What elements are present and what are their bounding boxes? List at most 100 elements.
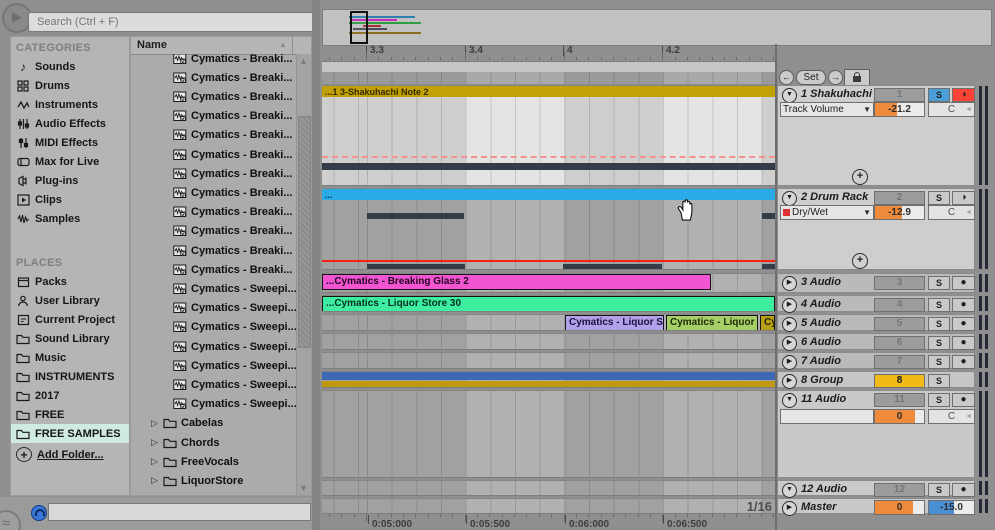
sidebar-item-instruments[interactable]: Instruments (11, 95, 129, 114)
expand-track-icon[interactable]: ▶ (782, 317, 797, 332)
list-item[interactable]: Cymatics - Breaki... (131, 164, 297, 183)
expander-icon[interactable]: ▷ (151, 475, 161, 486)
sidebar-item-current-project[interactable]: Current Project (11, 310, 129, 329)
panel-divider[interactable] (312, 0, 320, 530)
file-list-header[interactable]: Name ▲ (131, 37, 311, 55)
track-header-12-audio[interactable]: ▼ 12 Audio 12 S ● (777, 480, 975, 498)
arm-button[interactable]: ● (952, 336, 975, 350)
solo-button[interactable]: S (928, 393, 950, 407)
expand-track-icon[interactable]: ▶ (782, 374, 797, 389)
sidebar-item-audio-effects[interactable]: Audio Effects (11, 114, 129, 133)
track-lane-6-audio[interactable] (322, 333, 775, 350)
track-header-8-group[interactable]: ▶ 8 Group 8 S (777, 371, 975, 389)
audio-clip[interactable]: Cymatics - Liquor St (666, 315, 758, 330)
automation-line[interactable] (322, 260, 775, 262)
automation-dashed-line[interactable] (322, 156, 775, 158)
arm-button[interactable]: ● (952, 393, 975, 407)
list-item-folder[interactable]: ▷ LiquorStore (131, 471, 297, 490)
expand-track-icon[interactable]: ▶ (782, 276, 797, 291)
track-lane-3-audio[interactable]: ...Cymatics - Breaking Glass 2 (322, 273, 775, 293)
list-item[interactable]: Cymatics - Sweepi... (131, 375, 297, 394)
beat-ruler[interactable]: 3.3 3.4 4 4.2 (322, 44, 775, 60)
quantize-value[interactable]: 1/16 (747, 499, 772, 513)
track-header-master[interactable]: ▶ Master 0 -15.0 (777, 498, 975, 516)
expander-icon[interactable]: ▷ (151, 418, 161, 429)
preview-field[interactable] (48, 503, 311, 521)
arm-button[interactable]: ● (952, 298, 975, 312)
solo-button[interactable]: S (928, 298, 950, 312)
track-header-2-drum-rack[interactable]: ▼ 2 Drum Rack 2 S ◑ Dry/Wet ▼ -12.9 C ◄ + (777, 188, 975, 270)
track-header-1-shakuhachi[interactable]: ▼ 1 Shakuhachi 1 S ◑ Track Volume ▼ -21.2 C ◄ + (777, 85, 975, 186)
sidebar-item-free[interactable]: FREE (11, 405, 129, 424)
headphone-preview-icon[interactable] (31, 505, 47, 521)
solo-button[interactable]: S (928, 88, 950, 102)
pan-control[interactable]: C ◄ (928, 102, 975, 117)
list-item[interactable]: Cymatics - Breaki... (131, 241, 297, 260)
arm-button[interactable]: ● (952, 355, 975, 369)
sidebar-item-clips[interactable]: Clips (11, 190, 129, 209)
list-item-folder[interactable]: ▷ Cabelas (131, 414, 297, 433)
expander-icon[interactable]: ▷ (151, 437, 161, 448)
collapse-track-icon[interactable]: ▼ (782, 393, 797, 408)
sidebar-item-user-library[interactable]: User Library (11, 291, 129, 310)
time-ruler[interactable]: 0:05:000 0:05:500 0:06:000 0:06:500 (322, 514, 775, 530)
solo-button[interactable]: S (928, 276, 950, 290)
collapse-track-icon[interactable]: ▼ (782, 191, 797, 206)
list-item[interactable]: Cymatics - Breaki... (131, 183, 297, 202)
add-folder-button[interactable]: + Add Folder... (11, 445, 129, 464)
sidebar-item-drums[interactable]: Drums (11, 76, 129, 95)
track-header-3-audio[interactable]: ▶ 3 Audio 3 S ● (777, 273, 975, 293)
next-marker-button[interactable]: → (828, 70, 843, 85)
sidebar-item-plug-ins[interactable]: Plug-ins (11, 171, 129, 190)
track-lane-8-group[interactable] (322, 371, 775, 388)
solo-button[interactable]: S (928, 483, 950, 497)
sidebar-item-instruments[interactable]: INSTRUMENTS (11, 367, 129, 386)
arm-button[interactable]: ● (952, 317, 975, 331)
add-automation-lane-button[interactable]: + (852, 253, 868, 269)
list-item[interactable]: Cymatics - Sweepi... (131, 318, 297, 337)
add-automation-lane-button[interactable]: + (852, 169, 868, 185)
audio-clip[interactable]: Cymatics - Liquor St (565, 315, 664, 330)
list-item[interactable]: Cymatics - Sweepi... (131, 356, 297, 375)
list-item[interactable]: Cymatics - Breaki... (131, 107, 297, 126)
list-item[interactable]: Cymatics - Sweepi... (131, 395, 297, 414)
set-marker-button[interactable]: Set (796, 70, 826, 85)
expander-icon[interactable]: ▷ (151, 456, 161, 467)
sidebar-item-max-for-live[interactable]: Max for Live (11, 152, 129, 171)
collapse-track-icon[interactable]: ▼ (782, 88, 797, 103)
track-lane-5-audio[interactable]: Cymatics - Liquor St Cymatics - Liquor St… (322, 314, 775, 331)
expand-track-icon[interactable]: ▶ (782, 298, 797, 313)
scroll-up-icon[interactable]: ▲ (299, 56, 308, 66)
track-header-5-audio[interactable]: ▶ 5 Audio 5 S ● (777, 314, 975, 332)
volume-value[interactable]: -21.2 (874, 102, 925, 117)
list-item[interactable]: Cymatics - Sweepi... (131, 299, 297, 318)
scroll-down-icon[interactable]: ▼ (299, 483, 308, 493)
file-list-scrollbar[interactable]: ▲ ▼ (296, 54, 311, 495)
list-item[interactable]: Cymatics - Breaki... (131, 222, 297, 241)
arm-button[interactable]: ◑ (952, 88, 975, 102)
sidebar-item-sound-library[interactable]: Sound Library (11, 329, 129, 348)
track-lane-11-audio[interactable] (322, 390, 775, 478)
audio-clip[interactable]: ...Cymatics - Liquor Store 30 (322, 296, 775, 311)
device-selector[interactable] (780, 409, 874, 424)
wave-icon[interactable]: ≈ (0, 510, 21, 530)
track-header-7-audio[interactable]: ▶ 7 Audio 7 S ● (777, 352, 975, 370)
solo-button[interactable]: S (928, 336, 950, 350)
device-selector[interactable]: Track Volume ▼ (780, 102, 874, 117)
volume-value[interactable]: -12.9 (874, 205, 925, 220)
list-item[interactable]: Cymatics - Breaki... (131, 145, 297, 164)
arm-button[interactable]: ● (952, 483, 975, 497)
collapse-track-icon[interactable]: ▼ (782, 483, 797, 498)
track-lane-7-audio[interactable] (322, 352, 775, 369)
solo-button[interactable]: S (928, 355, 950, 369)
audio-clip[interactable]: Cy (760, 315, 775, 330)
track-lane-12-audio[interactable] (322, 480, 775, 496)
audio-clip[interactable]: ...Cymatics - Breaking Glass 2 (322, 274, 711, 290)
list-item[interactable]: Cymatics - Breaki... (131, 68, 297, 87)
sidebar-item-free-samples[interactable]: FREE SAMPLES (11, 424, 129, 443)
pan-control[interactable]: C ◄ (928, 205, 975, 220)
loop-brace-row[interactable] (322, 72, 775, 84)
list-item[interactable]: Cymatics - Breaki... (131, 260, 297, 279)
device-selector[interactable]: Dry/Wet ▼ (780, 205, 874, 220)
sidebar-item-midi-effects[interactable]: MIDI Effects (11, 133, 129, 152)
